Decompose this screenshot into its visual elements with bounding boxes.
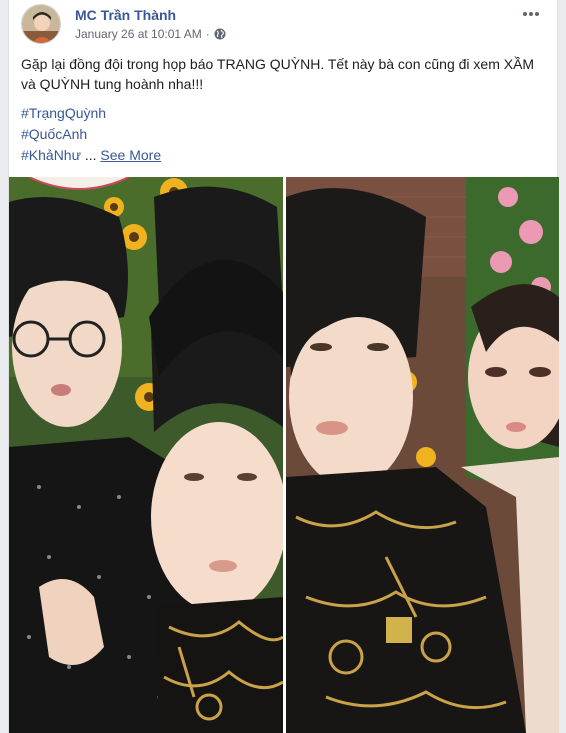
post-photo-left[interactable]	[9, 177, 283, 733]
feed-post: MC Trần Thành January 26 at 10:01 AM · G…	[8, 0, 559, 733]
post-timestamp[interactable]: January 26 at 10:01 AM	[75, 27, 202, 41]
post-header: MC Trần Thành January 26 at 10:01 AM ·	[21, 4, 547, 44]
globe-icon[interactable]	[214, 28, 226, 40]
author-name[interactable]: MC Trần Thành	[75, 7, 176, 23]
post-photo-right[interactable]	[286, 177, 559, 733]
post-hashtags: #TrạngQuỳnh #QuốcAnh #KhảNhư ... See Mor…	[21, 103, 541, 166]
ellipsis-text: ...	[84, 147, 97, 163]
meta-separator: ·	[205, 27, 210, 41]
hashtag-link[interactable]: #QuốcAnh	[21, 124, 541, 145]
post-message: Gặp lại đồng đội trong họp báo TRẠNG QUỲ…	[21, 56, 535, 92]
see-more-link[interactable]: See More	[100, 147, 161, 163]
post-meta: January 26 at 10:01 AM ·	[75, 27, 226, 41]
more-options-icon[interactable]	[519, 4, 543, 24]
author-avatar[interactable]	[21, 4, 61, 44]
post-photo-grid	[9, 177, 559, 733]
hashtag-link[interactable]: #KhảNhư	[21, 147, 81, 163]
hashtag-line: #KhảNhư ... See More	[21, 145, 541, 166]
hashtag-link[interactable]: #TrạngQuỳnh	[21, 103, 541, 124]
